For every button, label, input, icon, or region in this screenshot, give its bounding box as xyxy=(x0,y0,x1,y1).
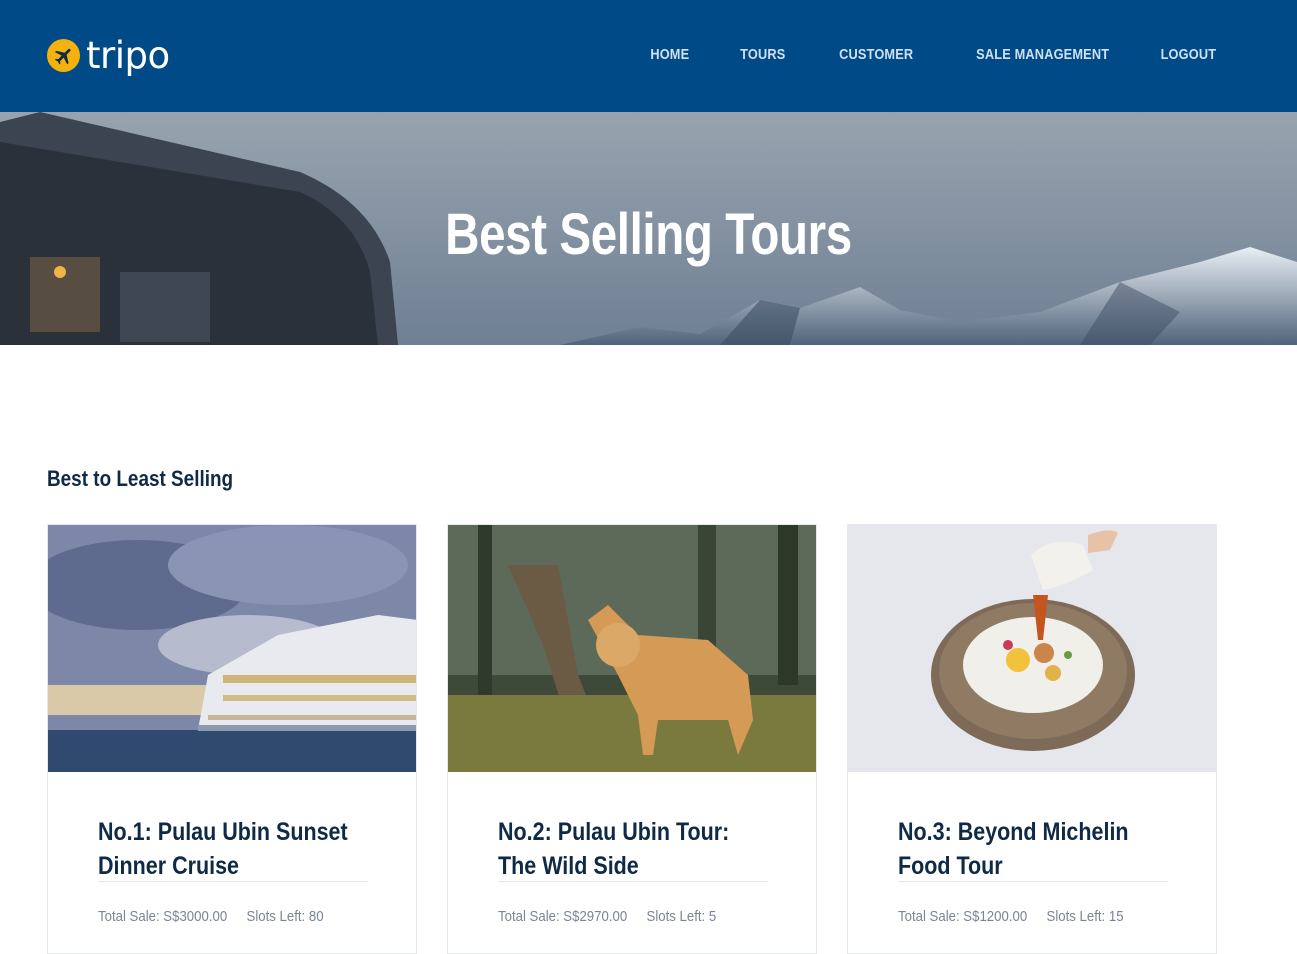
plated-dish-image[interactable] xyxy=(848,525,1216,772)
tour-meta: Total Sale: S$1200.00 Slots Left: 15 xyxy=(898,908,1124,925)
nav-logout[interactable]: LOGOUT xyxy=(1160,47,1216,63)
divider xyxy=(498,881,768,882)
tour-meta: Total Sale: S$2970.00 Slots Left: 5 xyxy=(498,908,716,925)
divider xyxy=(98,881,368,882)
slots-left: Slots Left: 80 xyxy=(246,908,324,925)
tour-card[interactable]: No.1: Pulau Ubin Sunset Dinner Cruise To… xyxy=(47,524,417,954)
hero-banner: Best Selling Tours xyxy=(0,112,1297,345)
main-nav: HOME TOURS CUSTOMER SALE MANAGEMENT LOGO… xyxy=(601,47,1216,63)
divider xyxy=(898,881,1168,882)
nav-customer[interactable]: CUSTOMER xyxy=(839,47,913,63)
tour-meta: Total Sale: S$3000.00 Slots Left: 80 xyxy=(98,908,324,925)
cruise-ship-image[interactable] xyxy=(48,525,416,772)
total-sale: Total Sale: S$3000.00 xyxy=(98,908,228,925)
brand-name: tripo xyxy=(86,34,170,77)
tour-card[interactable]: No.2: Pulau Ubin Tour: The Wild Side Tot… xyxy=(447,524,817,954)
total-sale: Total Sale: S$2970.00 xyxy=(498,908,628,925)
airplane-icon xyxy=(47,39,80,72)
tour-title[interactable]: No.2: Pulau Ubin Tour: The Wild Side xyxy=(498,815,768,883)
slots-left: Slots Left: 15 xyxy=(1046,908,1124,925)
nav-home[interactable]: HOME xyxy=(651,47,690,63)
tour-card-list: No.1: Pulau Ubin Sunset Dinner Cruise To… xyxy=(47,524,1217,954)
slots-left: Slots Left: 5 xyxy=(646,908,717,925)
tripo-logo[interactable]: tripo xyxy=(47,37,170,74)
nav-sale-management[interactable]: SALE MANAGEMENT xyxy=(976,47,1109,63)
total-sale: Total Sale: S$1200.00 xyxy=(898,908,1028,925)
fox-image[interactable] xyxy=(448,525,816,772)
nav-tours[interactable]: TOURS xyxy=(740,47,785,63)
page-title: Best Selling Tours xyxy=(445,202,852,267)
section-title: Best to Least Selling xyxy=(47,466,234,491)
site-header: tripo HOME TOURS CUSTOMER SALE MANAGEMEN… xyxy=(0,0,1297,112)
tour-card[interactable]: No.3: Beyond Michelin Food Tour Total Sa… xyxy=(847,524,1217,954)
tour-title[interactable]: No.3: Beyond Michelin Food Tour xyxy=(898,815,1168,883)
tour-title[interactable]: No.1: Pulau Ubin Sunset Dinner Cruise xyxy=(98,815,368,883)
